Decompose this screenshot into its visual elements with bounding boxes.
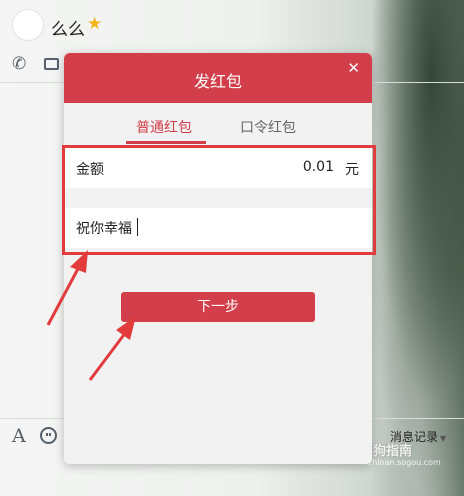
tab-normal-red-packet[interactable]: 普通红包 xyxy=(136,117,192,137)
text-caret xyxy=(137,218,138,236)
close-icon[interactable]: ✕ xyxy=(347,59,360,77)
red-packet-tabs: 普通红包 口令红包 xyxy=(64,103,372,145)
red-packet-dialog: 发红包 ✕ 普通红包 口令红包 金额 0.01 元 下一步 xyxy=(64,53,372,464)
avatar[interactable] xyxy=(12,9,44,41)
video-icon[interactable] xyxy=(44,54,59,75)
next-step-button[interactable]: 下一步 xyxy=(121,292,315,322)
star-icon: ★ xyxy=(87,14,103,34)
amount-label: 金额 xyxy=(76,162,104,178)
tab-password-red-packet[interactable]: 口令红包 xyxy=(240,117,296,137)
contact-name: 么么 xyxy=(51,20,85,40)
amount-value[interactable]: 0.01 xyxy=(303,159,334,175)
amount-unit: 元 xyxy=(345,162,359,178)
font-icon[interactable]: A xyxy=(12,425,26,447)
dialog-header: 发红包 ✕ xyxy=(64,53,372,103)
chat-header: 么么 ★ xyxy=(0,0,464,50)
emoji-icon[interactable] xyxy=(40,427,57,444)
watermark-url: zhinan.sogou.com xyxy=(368,458,441,467)
amount-field[interactable]: 金额 0.01 元 xyxy=(64,148,372,188)
blessing-field[interactable] xyxy=(64,208,372,248)
dialog-title: 发红包 xyxy=(193,72,242,91)
blessing-input[interactable] xyxy=(64,208,372,248)
active-tab-indicator xyxy=(126,141,206,144)
watermark-logo: 搜狗指南 xyxy=(360,440,460,459)
phone-icon[interactable]: ✆ xyxy=(12,54,26,74)
